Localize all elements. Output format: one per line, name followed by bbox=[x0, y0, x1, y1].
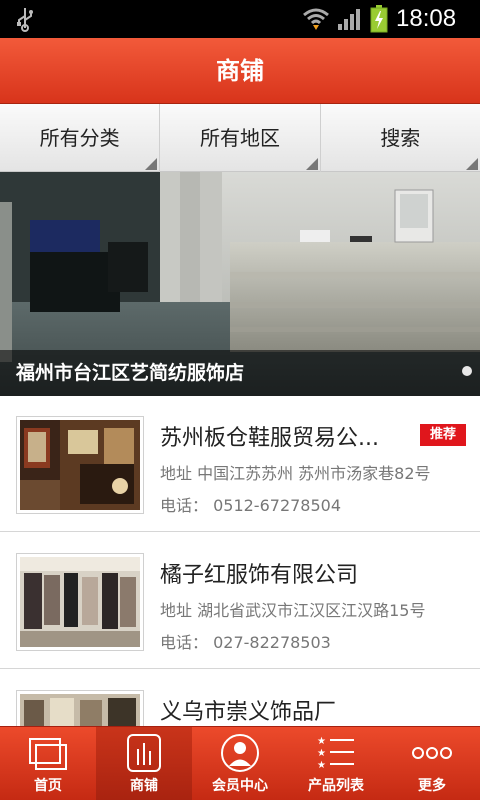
recommended-badge: 推荐 bbox=[420, 424, 466, 446]
clock: 18:08 bbox=[396, 5, 457, 32]
filter-label: 搜索 bbox=[380, 126, 421, 150]
shop-address: 地址 中国江苏苏州 苏州市汤家巷82号 bbox=[160, 464, 431, 483]
nav-shops[interactable]: 商铺 bbox=[96, 727, 192, 800]
featured-banner[interactable]: 福州市台江区艺简纺服饰店 bbox=[0, 172, 480, 396]
nav-label: 首页 bbox=[34, 778, 62, 794]
shop-thumbnail bbox=[16, 553, 144, 651]
filter-all-categories[interactable]: 所有分类 bbox=[0, 104, 161, 172]
svg-text:★: ★ bbox=[317, 736, 326, 747]
shop-name: 苏州板仓鞋服贸易公... bbox=[160, 426, 379, 451]
page-title: 商铺 bbox=[216, 57, 264, 85]
dropdown-corner-icon bbox=[465, 158, 478, 170]
dropdown-corner-icon bbox=[305, 158, 318, 170]
bottom-navigation: 首页 商铺 会员中心 ★ ★ ★ 产品列表 更多 bbox=[0, 726, 480, 800]
dropdown-corner-icon bbox=[145, 158, 158, 170]
shop-name: 义乌市崇义饰品厂 bbox=[160, 700, 337, 725]
wifi-icon bbox=[303, 8, 329, 30]
battery-charging-icon bbox=[370, 5, 388, 33]
status-bar: 18:08 bbox=[0, 0, 480, 38]
svg-text:★: ★ bbox=[317, 760, 326, 771]
nav-product-list[interactable]: ★ ★ ★ 产品列表 bbox=[288, 727, 384, 800]
shop-list-item[interactable]: 橘子红服饰有限公司 地址 湖北省武汉市江汉区江汉路15号 电话： 027-822… bbox=[0, 533, 480, 669]
signal-icon bbox=[338, 9, 360, 30]
nav-more[interactable]: 更多 bbox=[384, 727, 480, 800]
carousel-indicator-dot bbox=[462, 366, 472, 376]
nav-label: 更多 bbox=[418, 778, 446, 794]
shop-list: 苏州板仓鞋服贸易公... 推荐 地址 中国江苏苏州 苏州市汤家巷82号 电话： … bbox=[0, 396, 480, 726]
shop-list-item[interactable]: 苏州板仓鞋服贸易公... 推荐 地址 中国江苏苏州 苏州市汤家巷82号 电话： … bbox=[0, 396, 480, 532]
banner-caption: 福州市台江区艺简纺服饰店 bbox=[16, 362, 245, 384]
filter-label: 所有分类 bbox=[39, 126, 120, 150]
nav-label: 会员中心 bbox=[212, 778, 268, 794]
shop-list-item[interactable]: 义乌市崇义饰品厂 bbox=[0, 670, 480, 726]
nav-home[interactable]: 首页 bbox=[0, 727, 96, 800]
shop-thumbnail bbox=[16, 416, 144, 514]
filter-label: 所有地区 bbox=[199, 126, 280, 150]
filter-bar: 所有分类 所有地区 搜索 bbox=[0, 104, 480, 172]
shop-phone: 电话： 027-82278503 bbox=[160, 633, 331, 652]
filter-search[interactable]: 搜索 bbox=[321, 104, 480, 172]
shop-address: 地址 湖北省武汉市江汉区江汉路15号 bbox=[160, 601, 426, 620]
product-list-icon: ★ ★ ★ bbox=[317, 736, 354, 771]
shop-thumbnail bbox=[16, 690, 144, 726]
nav-member-center[interactable]: 会员中心 bbox=[192, 727, 288, 800]
usb-icon bbox=[17, 8, 33, 32]
nav-label: 商铺 bbox=[130, 778, 158, 794]
filter-all-regions[interactable]: 所有地区 bbox=[160, 104, 321, 172]
more-icon bbox=[412, 747, 452, 759]
shop-phone: 电话： 0512-67278504 bbox=[160, 496, 342, 515]
svg-text:★: ★ bbox=[317, 748, 326, 759]
title-bar: 商铺 bbox=[0, 38, 480, 104]
nav-label: 产品列表 bbox=[308, 778, 364, 794]
shops-icon bbox=[127, 734, 161, 772]
shop-name: 橘子红服饰有限公司 bbox=[160, 563, 359, 588]
home-icon bbox=[29, 738, 67, 770]
member-icon bbox=[221, 734, 259, 772]
